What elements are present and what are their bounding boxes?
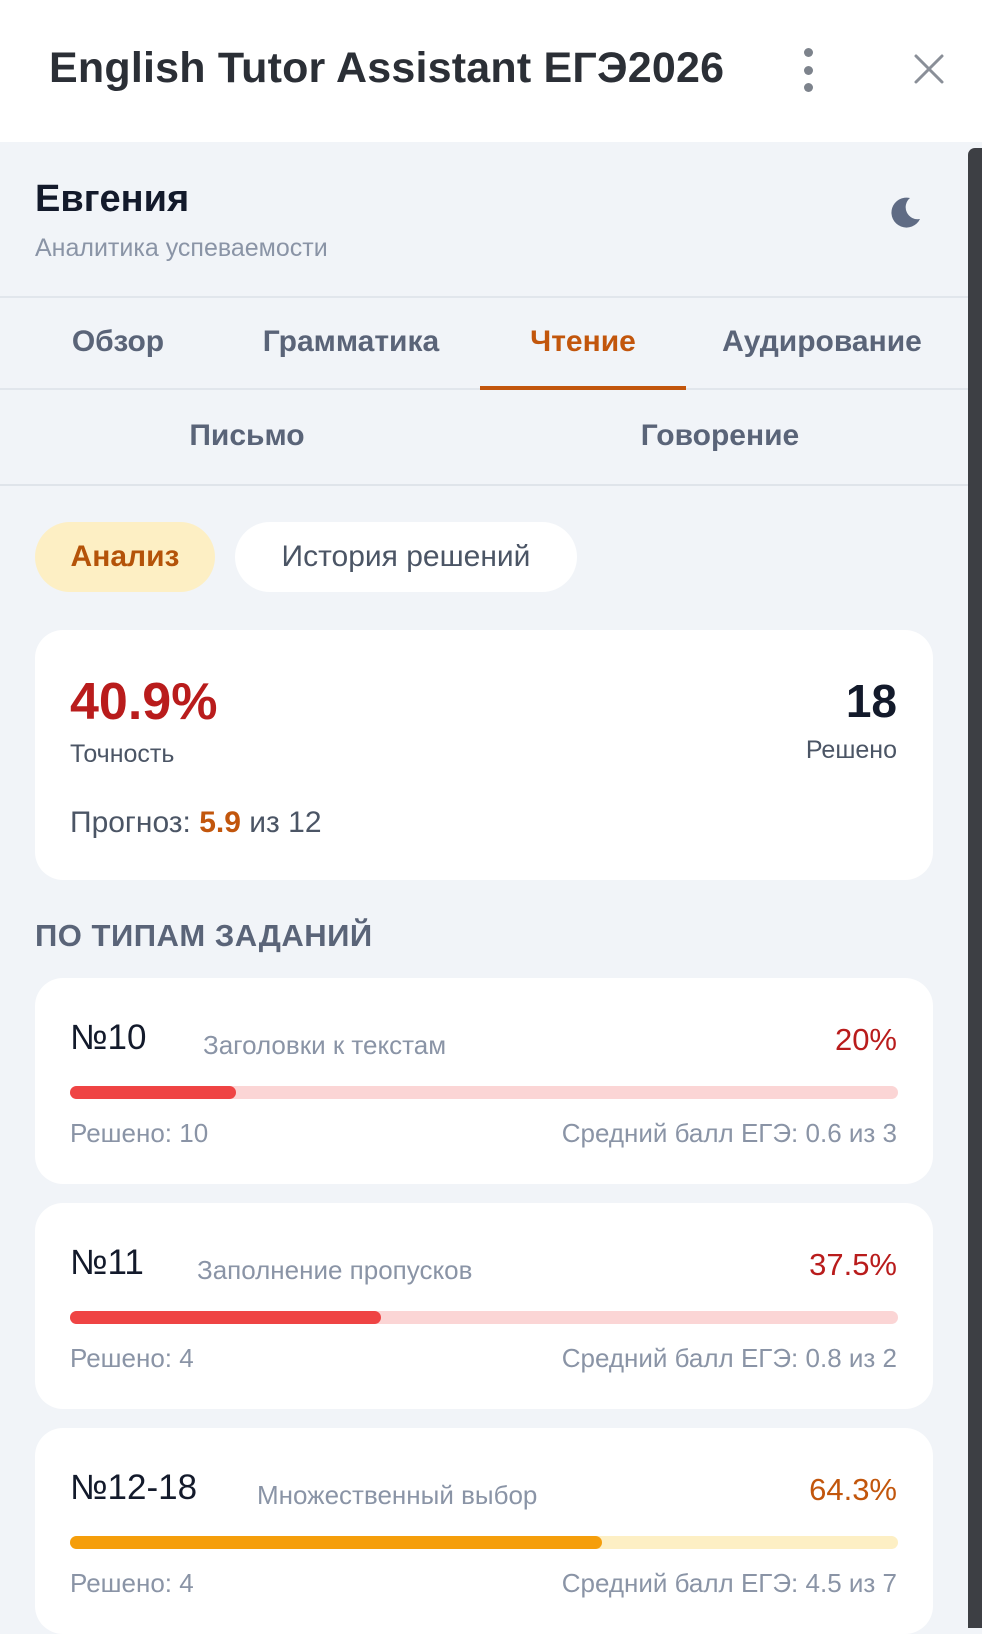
task-solved: Решено: 4 xyxy=(70,1343,194,1373)
task-solved: Решено: 4 xyxy=(70,1568,194,1598)
tab-reading[interactable]: Чтение xyxy=(480,296,686,390)
section-title: ПО ТИПАМ ЗАДАНИЙ xyxy=(35,918,373,953)
solved-label: Решено xyxy=(805,736,897,764)
task-number: №12-18 xyxy=(70,1468,198,1507)
forecast-suffix: из 12 xyxy=(249,806,322,839)
tabs-row-primary: Обзор Грамматика Чтение Аудирование xyxy=(0,296,968,390)
task-name: Заполнение пропусков xyxy=(197,1255,473,1285)
student-name: Евгения xyxy=(35,178,190,220)
close-icon[interactable] xyxy=(910,50,948,88)
task-percent: 37.5% xyxy=(809,1247,897,1282)
task-number: №10 xyxy=(70,1018,147,1057)
tab-speaking[interactable]: Говорение xyxy=(600,390,840,482)
forecast-value: 5.9 xyxy=(199,806,241,839)
scrollbar[interactable] xyxy=(968,148,982,1628)
subtab-analysis[interactable]: Анализ xyxy=(35,522,215,592)
progress-fill xyxy=(70,1086,236,1099)
task-number: №11 xyxy=(70,1243,144,1282)
progress-bar xyxy=(70,1086,898,1099)
summary-card: 40.9% Точность 18 Решено Прогноз: 5.9 из… xyxy=(35,630,933,880)
task-average: Средний балл ЕГЭ: 0.6 из 3 xyxy=(561,1118,897,1148)
task-card[interactable]: №12-18 Множественный выбор 64.3% Решено:… xyxy=(35,1428,933,1634)
task-percent: 20% xyxy=(834,1022,897,1057)
task-card[interactable]: №11 Заполнение пропусков 37.5% Решено: 4… xyxy=(35,1203,933,1409)
kebab-menu-icon[interactable] xyxy=(790,48,826,92)
task-average: Средний балл ЕГЭ: 0.8 из 2 xyxy=(561,1343,897,1373)
accuracy-value: 40.9% xyxy=(70,673,218,731)
page-subtitle: Аналитика успеваемости xyxy=(35,234,328,262)
tab-listening[interactable]: Аудирование xyxy=(714,296,930,388)
subtab-history[interactable]: История решений xyxy=(235,522,577,592)
task-percent: 64.3% xyxy=(809,1472,897,1507)
task-name: Заголовки к текстам xyxy=(203,1030,447,1060)
forecast-label: Прогноз: xyxy=(70,806,191,839)
tab-writing[interactable]: Письмо xyxy=(140,390,354,482)
task-card[interactable]: №10 Заголовки к текстам 20% Решено: 10 С… xyxy=(35,978,933,1184)
progress-bar xyxy=(70,1311,898,1324)
progress-fill xyxy=(70,1536,603,1549)
task-solved: Решено: 10 xyxy=(70,1118,209,1148)
task-average: Средний балл ЕГЭ: 4.5 из 7 xyxy=(561,1568,897,1598)
tab-overview[interactable]: Обзор xyxy=(20,296,216,388)
task-name: Множественный выбор xyxy=(257,1480,538,1510)
title-bar: English Tutor Assistant ЕГЭ2026 xyxy=(0,0,982,142)
progress-bar xyxy=(70,1536,898,1549)
tab-grammar[interactable]: Грамматика xyxy=(248,296,454,388)
progress-fill xyxy=(70,1311,381,1324)
profile-header: Евгения Аналитика успеваемости xyxy=(0,142,968,298)
moon-icon[interactable] xyxy=(884,192,924,232)
accuracy-label: Точность xyxy=(70,740,175,768)
app-title: English Tutor Assistant ЕГЭ2026 xyxy=(49,44,725,92)
solved-count: 18 xyxy=(845,675,897,727)
forecast: Прогноз: 5.9 из 12 xyxy=(70,806,322,840)
tabs-row-secondary: Письмо Говорение xyxy=(0,390,968,486)
